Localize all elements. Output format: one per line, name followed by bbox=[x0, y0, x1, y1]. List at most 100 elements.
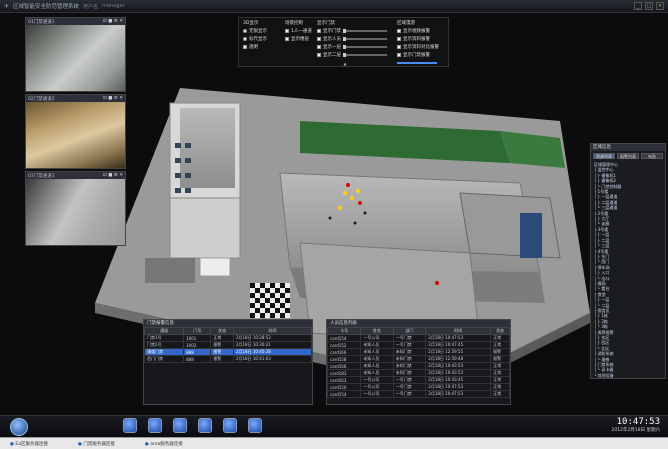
table-row[interactable]: card158 未知人员 未知门禁 2月18日 12:59:48 报警 bbox=[326, 355, 510, 363]
monitor-icon[interactable] bbox=[123, 418, 137, 433]
tab-alarm-list[interactable]: 报警列表 bbox=[617, 153, 639, 159]
table-row[interactable]: 门禁1号 1001 正常 2月18日 10:28:53 bbox=[143, 334, 313, 342]
camera-1-toolbar-icons[interactable]: ⊡ ■ ⚙ ✕ bbox=[103, 19, 123, 24]
camera-3-toolbar-icons[interactable]: ⊡ ■ ⚙ ✕ bbox=[103, 173, 123, 178]
table-cell: 一号公司 bbox=[360, 376, 394, 384]
camera-2-video[interactable] bbox=[26, 102, 125, 168]
table-cell: 报警 bbox=[210, 341, 234, 349]
table-header[interactable]: 部门 bbox=[392, 327, 427, 335]
door-slider[interactable] bbox=[343, 28, 387, 33]
tab-resource-list[interactable]: 资源列表 bbox=[593, 153, 615, 159]
checkbox-floor2-label: 显示二层 bbox=[323, 53, 341, 58]
table-header[interactable]: 通道 bbox=[143, 327, 185, 335]
cube-icon[interactable] bbox=[148, 418, 162, 433]
floor2-slider[interactable] bbox=[343, 52, 387, 57]
start-logo-icon[interactable] bbox=[10, 418, 28, 436]
checkbox-video-alarm-label: 显示视频报警 bbox=[403, 29, 430, 34]
checkbox-data-alarm[interactable] bbox=[397, 36, 401, 41]
table-cell: card158 bbox=[326, 355, 362, 363]
camera-panel-1[interactable]: 01门禁通道1 ⊡ ■ ⚙ ✕ bbox=[25, 17, 126, 92]
checkbox-compare-alarm[interactable] bbox=[397, 44, 401, 49]
checkbox-people-label: 显示人员 bbox=[323, 37, 341, 42]
table-cell: 一号门禁 bbox=[392, 376, 427, 384]
table-cell: 门禁2号 bbox=[143, 341, 185, 349]
maximize-button[interactable]: □ bbox=[645, 2, 653, 10]
app-logo-icon: ✈ bbox=[4, 2, 10, 10]
table-header[interactable]: 时间 bbox=[232, 327, 313, 335]
table-cell: 未知人员 bbox=[360, 355, 394, 363]
menu-user-name[interactable]: manager bbox=[102, 3, 124, 9]
table-row[interactable]: 门禁2号 1002 报警 2月18日 10:30:21 bbox=[143, 341, 313, 349]
table-cell: 1002 bbox=[183, 341, 212, 349]
table-cell: card150 bbox=[326, 383, 362, 391]
table-header[interactable]: 时间 bbox=[425, 327, 492, 335]
table-row[interactable]: 通道门禁 888 报警 2月18日 10:40:28 bbox=[143, 348, 313, 356]
people-info-table-title: 人员信息列表 bbox=[327, 320, 510, 327]
checkbox-people[interactable] bbox=[317, 36, 321, 41]
checkbox-data-alarm-label: 显示资料报警 bbox=[403, 37, 430, 42]
table-cell: 一号公司 bbox=[360, 383, 394, 391]
camera-2-title: 02门禁通道2 bbox=[28, 96, 55, 102]
radio-ruler[interactable] bbox=[243, 36, 247, 41]
checkbox-door[interactable] bbox=[317, 28, 321, 33]
table-cell: 2月18日 12:59:55 bbox=[425, 348, 492, 356]
table-cell: 正常 bbox=[490, 362, 510, 370]
table-row[interactable]: card152 未知人员 一号门禁 2月18日 10:47:45 正常 bbox=[326, 341, 510, 349]
menu-user-label[interactable]: 用户名 bbox=[83, 3, 98, 10]
table-row[interactable]: card163 一号公司 一号门禁 2月18日 10:43:45 正常 bbox=[326, 376, 510, 384]
door-alarm-table: 门禁报警信息 通道 门号 状态 时间 门禁1号 1001 正常 2月18日 10:28:53… bbox=[143, 319, 313, 405]
checkbox-door-label: 显示门禁 bbox=[323, 29, 341, 34]
tab-defense[interactable]: 布防 bbox=[641, 153, 663, 159]
bottom-dock bbox=[0, 415, 668, 437]
camera-2-toolbar-icons[interactable]: ⊡ ■ ⚙ ✕ bbox=[103, 96, 123, 101]
checkbox-floor1[interactable] bbox=[317, 44, 321, 49]
table-cell: 2月18日 10:40:28 bbox=[232, 348, 313, 356]
people-slider[interactable] bbox=[343, 36, 387, 41]
table-row[interactable]: card154 一号公司 一号门禁 2月18日 10:47:53 正常 bbox=[326, 390, 510, 398]
settings-icon[interactable] bbox=[248, 418, 262, 433]
table-cell: card166 bbox=[326, 348, 362, 356]
camera-1-video[interactable] bbox=[26, 25, 125, 91]
table-header[interactable]: 门号 bbox=[183, 327, 212, 335]
checkbox-transparent[interactable] bbox=[243, 44, 247, 49]
table-cell: 未知人员 bbox=[360, 369, 394, 377]
table-row[interactable]: card166 未知人员 未知门禁 2月18日 12:59:55 报警 bbox=[326, 348, 510, 356]
collapse-toggle-icon[interactable]: ▲ bbox=[339, 62, 351, 66]
table-header[interactable]: 状态 bbox=[490, 327, 510, 335]
floor1-slider[interactable] bbox=[343, 44, 387, 49]
people-icon[interactable] bbox=[198, 418, 212, 433]
radio-ruler-label: 标尺显示 bbox=[249, 37, 267, 42]
table-row[interactable]: card154 一号公司 一号门禁 2月18日 10:47:53 正常 bbox=[326, 334, 510, 342]
roam-slider[interactable] bbox=[397, 61, 437, 64]
table-header[interactable]: 卡号 bbox=[326, 327, 362, 335]
close-button[interactable]: × bbox=[656, 2, 664, 10]
checkbox-door-alarm[interactable] bbox=[397, 52, 401, 57]
table-header[interactable]: 状态 bbox=[210, 327, 234, 335]
table-cell: card154 bbox=[326, 390, 362, 398]
table-cell: 2月18日 10:41:03 bbox=[232, 355, 313, 363]
clock: 10:47:53 2012年2月18日 星期六 bbox=[612, 417, 660, 433]
table-row[interactable]: 西门门禁 888 报警 2月18日 10:41:03 bbox=[143, 355, 313, 363]
table-cell: 1001 bbox=[183, 334, 212, 342]
checkbox-channel[interactable] bbox=[285, 28, 289, 33]
minimize-button[interactable]: _ bbox=[634, 2, 642, 10]
checkbox-floor[interactable] bbox=[285, 36, 289, 41]
tree-node[interactable]: └ 其他设备 bbox=[594, 373, 662, 378]
checkbox-channel-label: 1人一通道 bbox=[291, 29, 312, 34]
status-ea-server: Ea区服务器连接 bbox=[10, 441, 48, 447]
checkbox-transparent-label: 透明 bbox=[249, 45, 258, 50]
resource-tree[interactable]: 区域管理中心 ├ 监控中心 │ ├ 摄像机1 │ ├ 摄像机2 │ └ 门禁控制… bbox=[591, 161, 665, 379]
camera-panel-3[interactable]: 03门禁通道3 ⊡ ■ ⚙ ✕ bbox=[25, 171, 126, 246]
edit-icon[interactable] bbox=[173, 418, 187, 433]
table-cell: 正常 bbox=[210, 334, 234, 342]
table-row[interactable]: card166 未知人员 未知门禁 2月18日 10:43:53 正常 bbox=[326, 362, 510, 370]
camera-3-video[interactable] bbox=[26, 179, 125, 245]
checkbox-video-alarm[interactable] bbox=[397, 28, 401, 33]
table-header[interactable]: 姓名 bbox=[360, 327, 394, 335]
user-icon[interactable] bbox=[223, 418, 237, 433]
table-row[interactable]: card150 一号公司 一号门禁 2月18日 10:47:53 正常 bbox=[326, 383, 510, 391]
camera-panel-2[interactable]: 02门禁通道2 ⊡ ■ ⚙ ✕ bbox=[25, 94, 126, 169]
checkbox-floor2[interactable] bbox=[317, 52, 321, 57]
table-row[interactable]: card183 未知人员 未知门禁 2月18日 10:43:53 正常 bbox=[326, 369, 510, 377]
radio-infinite[interactable] bbox=[243, 28, 247, 33]
